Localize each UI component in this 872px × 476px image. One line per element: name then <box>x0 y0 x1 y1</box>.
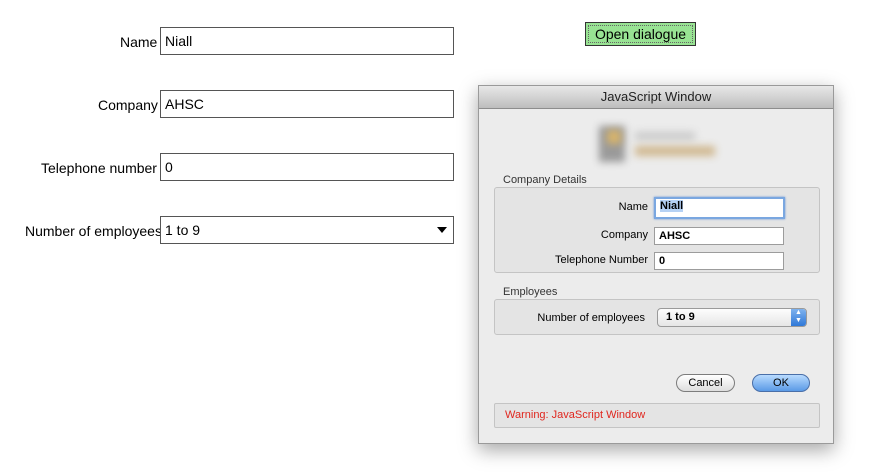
dialog-telephone-input[interactable]: 0 <box>654 252 784 270</box>
company-details-label: Company Details <box>503 174 587 186</box>
dialog-employees-select[interactable]: 1 to 9 ▲ ▼ <box>657 308 807 327</box>
dialog-telephone-label: Telephone Number <box>555 254 648 266</box>
employees-group: Number of employees 1 to 9 ▲ ▼ <box>494 299 820 335</box>
company-label: Company <box>98 97 158 113</box>
dialog-name-input[interactable]: Niall <box>654 197 785 219</box>
dialog-name-label: Name <box>618 201 648 213</box>
updown-arrows-icon: ▲ ▼ <box>791 309 806 326</box>
cancel-button[interactable]: Cancel <box>676 374 735 392</box>
telephone-input[interactable]: 0 <box>160 153 454 181</box>
employees-label: Number of employees <box>25 223 162 239</box>
telephone-label: Telephone number <box>41 160 157 176</box>
dialog-company-input[interactable]: AHSC <box>654 227 784 245</box>
warning-message: Warning: JavaScript Window <box>494 403 820 428</box>
employees-group-label: Employees <box>503 286 558 298</box>
company-input[interactable]: AHSC <box>160 90 454 118</box>
dialog-company-label: Company <box>600 229 648 241</box>
chevron-down-icon <box>437 227 447 233</box>
dialog-name-value: Niall <box>660 200 684 212</box>
ok-button[interactable]: OK <box>752 374 810 392</box>
name-label: Name <box>120 34 158 50</box>
dialog-employees-value: 1 to 9 <box>666 311 695 323</box>
dialog-title-bar[interactable]: JavaScript Window <box>479 86 833 109</box>
blurred-logo-icon <box>595 120 721 168</box>
employees-select-value: 1 to 9 <box>165 222 201 238</box>
dialog-employees-label: Number of employees <box>537 312 645 324</box>
employees-select[interactable]: 1 to 9 <box>160 216 454 244</box>
name-input[interactable]: Niall <box>160 27 454 55</box>
javascript-dialog: JavaScript Window Company Details Name N… <box>478 85 834 444</box>
open-dialogue-button[interactable]: Open dialogue <box>585 22 696 46</box>
company-details-group: Name Niall Company AHSC Telephone Number… <box>494 187 820 273</box>
dialog-title: JavaScript Window <box>600 89 712 104</box>
